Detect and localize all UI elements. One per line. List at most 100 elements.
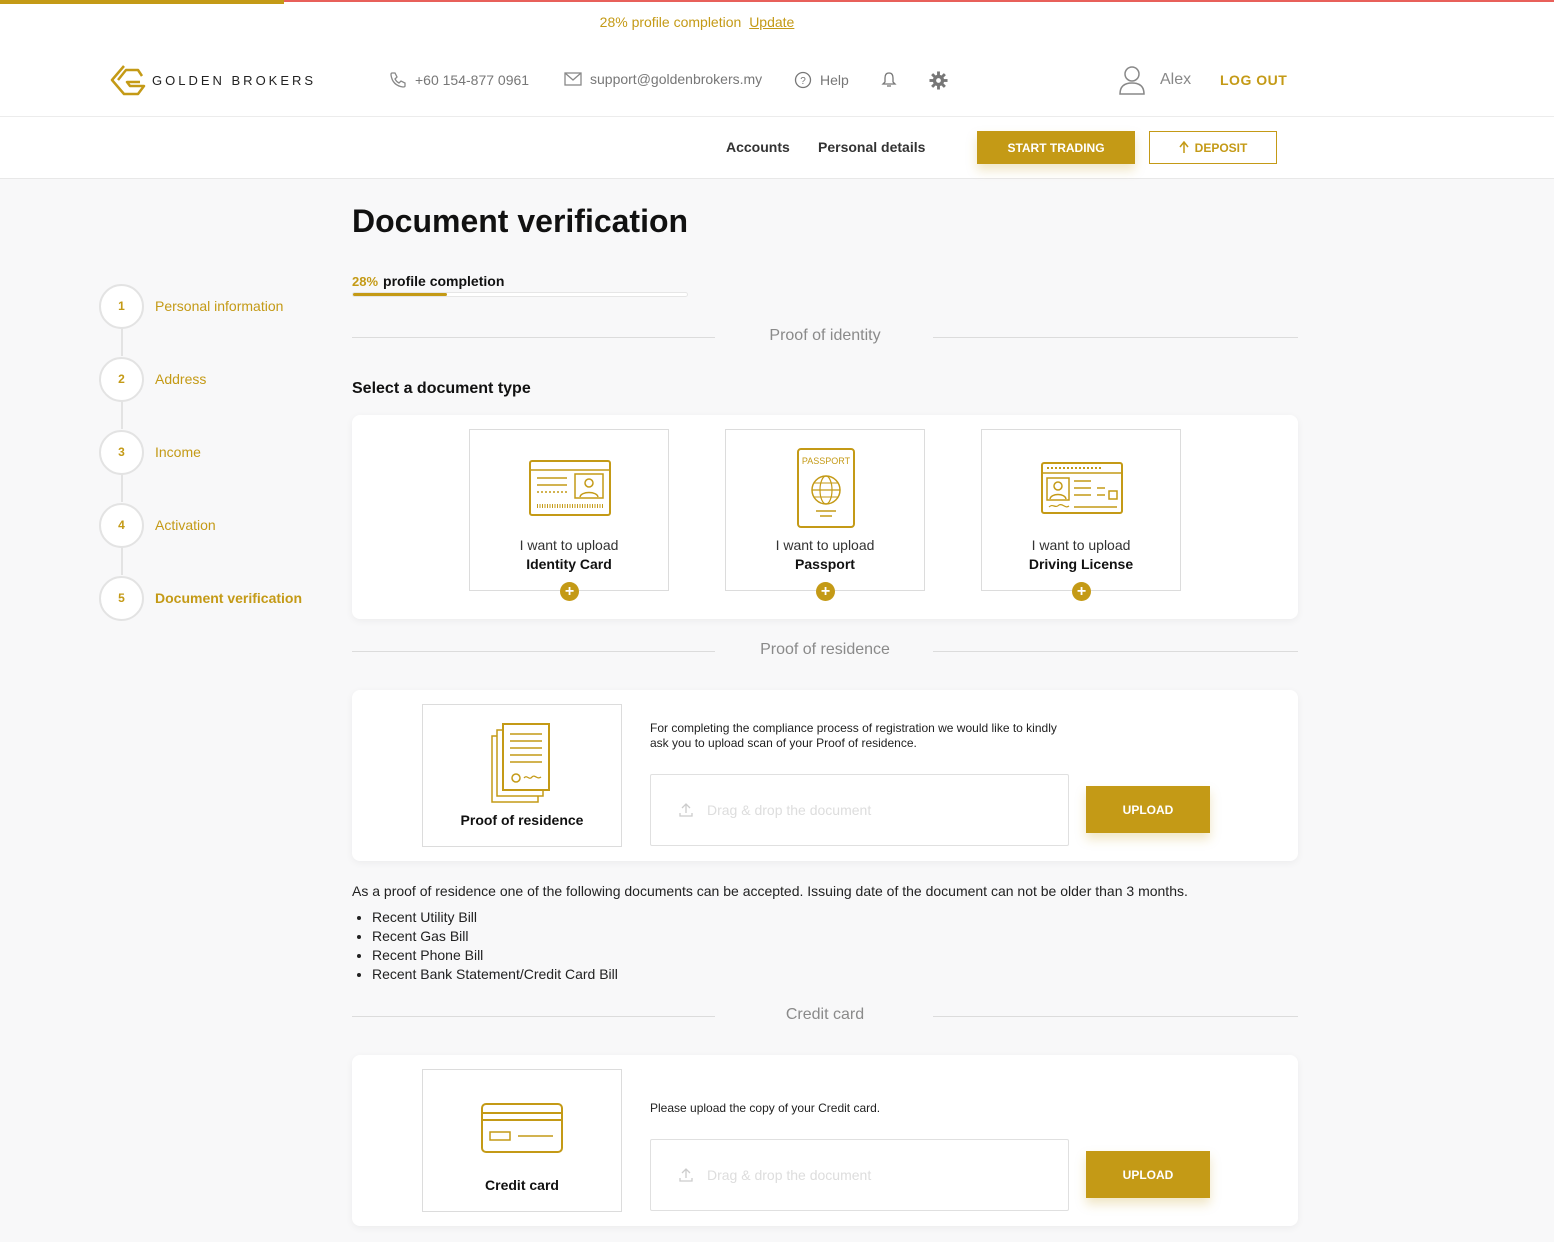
phone-icon xyxy=(390,72,406,88)
step-label: Activation xyxy=(155,517,216,533)
tile-line1: I want to upload xyxy=(1031,537,1131,553)
help-link[interactable]: ? Help xyxy=(794,71,849,89)
completion-progress-fill xyxy=(353,293,447,296)
credit-card-dropzone[interactable]: Drag & drop the document xyxy=(650,1139,1069,1211)
dropzone-label: Drag & drop the document xyxy=(707,1167,872,1183)
passport-tile[interactable]: PASSPORT I want to upload Passport + xyxy=(725,429,926,601)
tile-line2: Identity Card xyxy=(526,556,612,572)
bell-icon xyxy=(881,72,897,87)
deposit-label: DEPOSIT xyxy=(1194,140,1248,155)
add-passport-plus-icon[interactable]: + xyxy=(816,582,835,601)
step-address[interactable]: 2 Address xyxy=(99,356,339,402)
profile-completion: 28% profile completion xyxy=(352,273,504,289)
section-header-residence: Proof of residence xyxy=(352,641,1298,661)
step-number: 2 xyxy=(99,356,144,402)
section-header-credit-card: Credit card xyxy=(352,1006,1298,1026)
step-label: Document verification xyxy=(155,590,303,606)
gear-icon xyxy=(929,71,948,90)
banner-text: 28% profile completion xyxy=(599,14,742,30)
accepted-documents-list: Recent Utility Bill Recent Gas Bill Rece… xyxy=(372,909,618,985)
dropzone-label: Drag & drop the document xyxy=(707,802,872,818)
documents-stack-icon xyxy=(491,723,550,803)
step-label: Address xyxy=(155,371,207,387)
step-number: 4 xyxy=(99,502,144,548)
step-number: 3 xyxy=(99,429,144,475)
top-header: 28% profile completion Update GOLDEN BRO… xyxy=(0,0,1554,117)
svg-text:?: ? xyxy=(800,76,806,87)
residence-panel: Proof of residence For completing the co… xyxy=(352,690,1298,861)
logout-button[interactable]: LOG OUT xyxy=(1220,72,1287,88)
nav-personal-details[interactable]: Personal details xyxy=(818,139,925,155)
list-item: Recent Gas Bill xyxy=(372,928,618,947)
page-title: Document verification xyxy=(352,203,689,239)
upload-residence-button[interactable]: UPLOAD xyxy=(1086,786,1210,833)
deposit-button[interactable]: DEPOSIT xyxy=(1149,131,1277,164)
step-personal-information[interactable]: 1 Personal information xyxy=(99,283,339,329)
credit-card-description: Please upload the copy of your Credit ca… xyxy=(650,1101,881,1115)
user-name: Alex xyxy=(1160,71,1192,88)
section-title: Credit card xyxy=(785,1006,865,1023)
list-item: Recent Utility Bill xyxy=(372,909,618,928)
mail-icon xyxy=(564,72,582,86)
credit-card-icon xyxy=(481,1103,563,1153)
tile-caption: Proof of residence xyxy=(460,812,584,828)
notifications-button[interactable] xyxy=(880,71,906,89)
list-item: Recent Phone Bill xyxy=(372,947,618,966)
user-menu[interactable]: Alex xyxy=(1118,65,1191,95)
upload-credit-card-button[interactable]: UPLOAD xyxy=(1086,1151,1210,1198)
completion-label: profile completion xyxy=(383,273,505,289)
step-label: Income xyxy=(155,444,201,460)
completion-banner: 28% profile completion Update xyxy=(0,14,1394,30)
add-identity-card-plus-icon[interactable]: + xyxy=(560,582,579,601)
identity-card-tile[interactable]: I want to upload Identity Card + xyxy=(469,429,670,601)
step-document-verification[interactable]: 5 Document verification xyxy=(99,575,339,621)
step-connector xyxy=(121,547,123,575)
upload-icon xyxy=(679,803,693,817)
brand-name: GOLDEN BROKERS xyxy=(152,72,317,88)
logo-icon xyxy=(110,65,146,96)
tile-line1: I want to upload xyxy=(519,537,619,553)
list-item: Recent Bank Statement/Credit Card Bill xyxy=(372,966,618,985)
passport-icon-text: PASSPORT xyxy=(802,456,851,466)
logo[interactable]: GOLDEN BROKERS xyxy=(110,64,316,96)
step-connector xyxy=(121,474,123,502)
residence-dropzone[interactable]: Drag & drop the document xyxy=(650,774,1069,846)
credit-card-panel: Credit card Please upload the copy of yo… xyxy=(352,1055,1298,1226)
phone-contact[interactable]: +60 154-877 0961 xyxy=(389,71,529,89)
residence-icon-wrap xyxy=(423,722,621,804)
tile-line2: Passport xyxy=(795,556,855,572)
email-contact[interactable]: support@goldenbrokers.my xyxy=(564,71,762,87)
step-connector xyxy=(121,328,123,356)
sub-navigation: Accounts Personal details START TRADING … xyxy=(0,117,1554,179)
step-connector xyxy=(121,401,123,429)
tile-line1: I want to upload xyxy=(775,537,875,553)
arrow-up-icon xyxy=(1179,141,1189,153)
completion-progress-bar xyxy=(352,292,688,297)
step-label: Personal information xyxy=(155,298,284,314)
add-driving-license-plus-icon[interactable]: + xyxy=(1072,582,1091,601)
step-activation[interactable]: 4 Activation xyxy=(99,502,339,548)
id-card-icon xyxy=(529,460,611,516)
step-income[interactable]: 3 Income xyxy=(99,429,339,475)
section-title: Proof of residence xyxy=(760,641,890,658)
license-icon-wrap xyxy=(982,462,1182,514)
identity-card-panel: I want to upload Identity Card + PASSPOR… xyxy=(352,415,1298,619)
select-document-type-label: Select a document type xyxy=(352,380,531,397)
top-progress-bar xyxy=(0,0,284,4)
help-label: Help xyxy=(820,72,849,88)
tile-line2: Driving License xyxy=(1028,556,1134,572)
update-link[interactable]: Update xyxy=(749,14,794,30)
settings-button[interactable] xyxy=(929,71,956,90)
passport-icon: PASSPORT xyxy=(797,448,855,528)
credit-card-tile: Credit card xyxy=(422,1069,622,1212)
passport-icon-wrap: PASSPORT xyxy=(726,448,926,528)
driving-license-tile[interactable]: I want to upload Driving License + xyxy=(981,429,1182,601)
section-title: Proof of identity xyxy=(769,327,881,344)
nav-accounts[interactable]: Accounts xyxy=(726,139,790,155)
tile-caption: Credit card xyxy=(485,1177,559,1193)
step-number: 1 xyxy=(99,283,144,329)
proof-of-residence-tile: Proof of residence xyxy=(422,704,622,847)
id-card-icon-wrap xyxy=(470,460,670,516)
user-avatar-icon xyxy=(1119,66,1145,95)
start-trading-button[interactable]: START TRADING xyxy=(977,131,1135,164)
